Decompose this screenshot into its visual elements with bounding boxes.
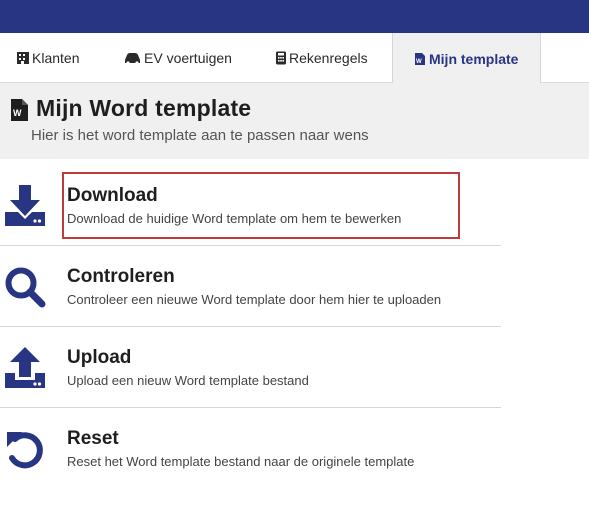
- tab-klanten[interactable]: Klanten: [16, 33, 79, 83]
- action-title: Download: [67, 185, 158, 206]
- action-description: Upload een nieuw Word template bestand: [67, 373, 309, 388]
- action-description: Controleer een nieuwe Word template door…: [67, 292, 442, 307]
- svg-text:W: W: [13, 108, 22, 118]
- word-file-icon: W: [413, 52, 427, 66]
- tab-rekenregels[interactable]: Rekenregels: [275, 33, 368, 83]
- upload-action[interactable]: Upload Upload een nieuw Word template be…: [0, 327, 501, 408]
- upload-icon: [4, 347, 46, 389]
- tab-label: Klanten: [32, 50, 80, 66]
- action-title: Reset: [67, 428, 119, 449]
- search-icon: [4, 266, 46, 308]
- page-title: Mijn Word template: [36, 95, 252, 121]
- tab-label: Mijn template: [429, 50, 519, 67]
- reset-icon: [4, 428, 46, 470]
- page-header: W Mijn Word template Hier is het word te…: [0, 83, 589, 159]
- building-icon: [16, 51, 30, 65]
- page-subtitle: Hier is het word template aan te passen …: [31, 127, 369, 144]
- action-title: Controleren: [67, 266, 175, 287]
- svg-text:W: W: [416, 59, 422, 65]
- tab-label: Rekenregels: [289, 50, 368, 66]
- tab-label: EV voertuigen: [144, 50, 232, 66]
- calculator-icon: [275, 51, 287, 65]
- download-action[interactable]: Download Download de huidige Word templa…: [0, 165, 501, 246]
- tab-bar: Klanten EV voertuigen Rekenregels W Mijn…: [0, 33, 589, 84]
- reset-action[interactable]: Reset Reset het Word template bestand na…: [0, 408, 501, 489]
- action-description: Download de huidige Word template om hem…: [67, 211, 402, 226]
- action-description: Reset het Word template bestand naar de …: [67, 454, 415, 469]
- controleren-action[interactable]: Controleren Controleer een nieuwe Word t…: [0, 246, 501, 327]
- word-file-icon: W: [9, 98, 31, 127]
- top-navbar: [0, 0, 589, 33]
- car-icon: [123, 51, 142, 65]
- action-title: Upload: [67, 347, 132, 368]
- tab-mijn-template[interactable]: W Mijn template: [392, 33, 541, 84]
- tab-ev-voertuigen[interactable]: EV voertuigen: [123, 33, 232, 83]
- download-icon: [4, 185, 46, 227]
